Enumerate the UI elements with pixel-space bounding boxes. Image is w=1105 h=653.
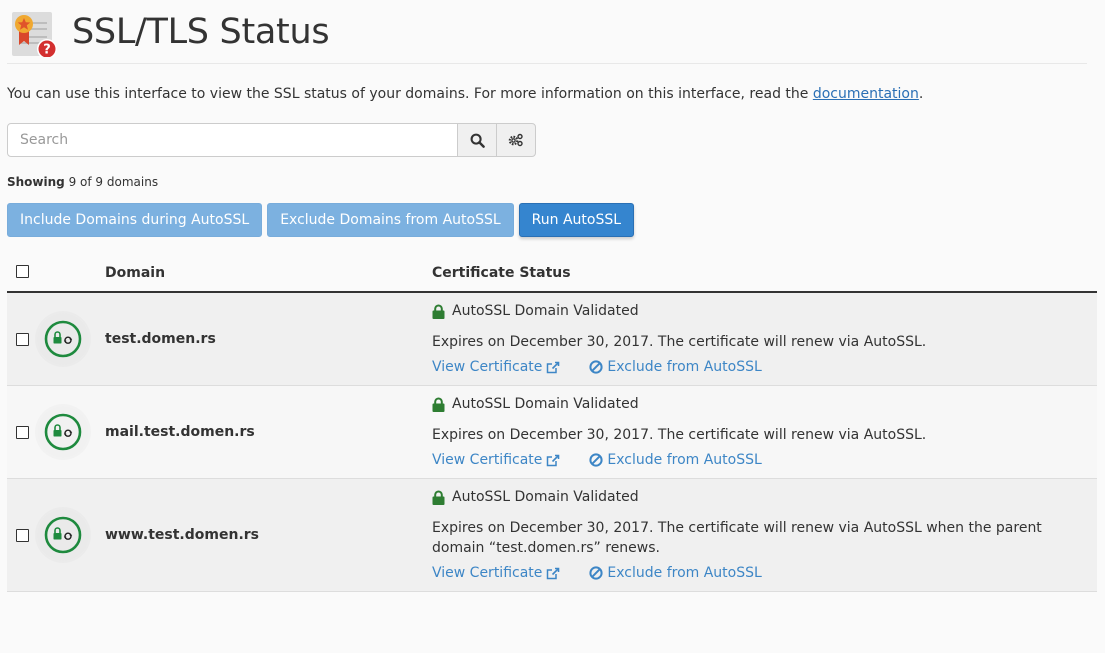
description-suffix: . (918, 86, 924, 102)
lock-renew-icon (44, 413, 82, 451)
row-check-cell (7, 479, 37, 591)
column-header-domain[interactable]: Domain (105, 265, 432, 281)
external-link-icon (547, 454, 560, 466)
row-status-cell: AutoSSL Domain Validated Expires on Dece… (432, 293, 1097, 385)
lock-icon (432, 304, 445, 319)
view-certificate-link[interactable]: View Certificate (432, 565, 560, 581)
row-status-title: AutoSSL Domain Validated (432, 302, 1097, 320)
showing-label: Showing (7, 175, 65, 189)
view-certificate-link[interactable]: View Certificate (432, 452, 560, 468)
lock-renew-icon (44, 320, 82, 358)
row-status-text: AutoSSL Domain Validated (452, 489, 639, 505)
row-icon-cell (37, 293, 105, 385)
lock-icon (432, 490, 445, 505)
select-all-checkbox[interactable] (16, 264, 29, 278)
documentation-link[interactable]: documentation (813, 86, 919, 102)
column-header-status[interactable]: Certificate Status (432, 265, 571, 281)
table-body: test.domen.rs AutoSSL Domain Validated E… (7, 293, 1097, 592)
search-button[interactable] (458, 123, 497, 157)
autossl-status-badge (37, 509, 89, 561)
row-status-cell: AutoSSL Domain Validated Expires on Dece… (432, 386, 1097, 478)
exclude-from-autossl-link[interactable]: Exclude from AutoSSL (589, 452, 762, 468)
row-checkbox[interactable] (16, 425, 29, 439)
exclude-from-autossl-label: Exclude from AutoSSL (607, 565, 762, 581)
table-row: mail.test.domen.rs AutoSSL Domain Valida… (7, 386, 1097, 479)
row-links: View Certificate Exclude from AutoSSL (432, 451, 1097, 469)
gears-icon (508, 133, 523, 147)
row-checkbox[interactable] (16, 332, 29, 346)
row-expires-text: Expires on December 30, 2017. The certif… (432, 520, 1042, 556)
row-status-text: AutoSSL Domain Validated (452, 396, 639, 412)
page-description: You can use this interface to view the S… (7, 84, 1097, 104)
view-certificate-link[interactable]: View Certificate (432, 359, 560, 375)
row-status-title: AutoSSL Domain Validated (432, 488, 1097, 506)
include-domains-button[interactable]: Include Domains during AutoSSL (7, 203, 263, 237)
row-status-text: AutoSSL Domain Validated (452, 303, 639, 319)
lock-icon (432, 397, 445, 412)
external-link-icon (547, 567, 560, 579)
view-certificate-label: View Certificate (432, 565, 543, 581)
domains-table: Domain Certificate Status test.domen.rs (7, 255, 1097, 592)
certificate-question-icon: ? (12, 11, 57, 57)
autossl-status-badge (37, 406, 89, 458)
external-link-icon (547, 361, 560, 373)
row-check-cell (7, 386, 37, 478)
row-status-cell: AutoSSL Domain Validated Expires on Dece… (432, 479, 1097, 591)
row-expires-text: Expires on December 30, 2017. The certif… (432, 334, 927, 350)
row-domain: www.test.domen.rs (105, 527, 259, 543)
table-row: www.test.domen.rs AutoSSL Domain Validat… (7, 479, 1097, 592)
search-input[interactable] (7, 123, 458, 157)
select-all-cell (7, 264, 105, 282)
exclude-domains-button[interactable]: Exclude Domains from AutoSSL (267, 203, 514, 237)
search-icon (470, 133, 485, 148)
exclude-from-autossl-link[interactable]: Exclude from AutoSSL (589, 565, 762, 581)
search-bar (7, 123, 1097, 157)
exclude-from-autossl-label: Exclude from AutoSSL (607, 359, 762, 375)
search-settings-button[interactable] (496, 123, 536, 157)
ban-icon (589, 566, 604, 580)
description-text: You can use this interface to view the S… (7, 86, 813, 102)
run-autossl-button[interactable]: Run AutoSSL (518, 203, 635, 237)
row-checkbox[interactable] (16, 528, 29, 542)
autossl-status-badge (37, 313, 89, 365)
row-links: View Certificate Exclude from AutoSSL (432, 358, 1097, 376)
action-buttons: Include Domains during AutoSSL Exclude D… (7, 203, 1097, 237)
row-icon-cell (37, 386, 105, 478)
view-certificate-label: View Certificate (432, 359, 543, 375)
lock-renew-icon (44, 516, 82, 554)
page-header: ? SSL/TLS Status (7, 0, 1087, 64)
ban-icon (589, 360, 604, 374)
showing-text: 9 of 9 domains (68, 175, 159, 189)
row-icon-cell (37, 479, 105, 591)
view-certificate-label: View Certificate (432, 452, 543, 468)
row-domain: test.domen.rs (105, 331, 216, 347)
row-check-cell (7, 293, 37, 385)
row-domain: mail.test.domen.rs (105, 424, 255, 440)
table-header: Domain Certificate Status (7, 255, 1097, 293)
showing-count: Showing 9 of 9 domains (7, 175, 1097, 189)
row-status-title: AutoSSL Domain Validated (432, 395, 1097, 413)
exclude-from-autossl-label: Exclude from AutoSSL (607, 452, 762, 468)
page: ? SSL/TLS Status You can use this interf… (0, 0, 1105, 592)
ban-icon (589, 453, 604, 467)
svg-text:?: ? (43, 42, 51, 57)
row-expires-text: Expires on December 30, 2017. The certif… (432, 427, 927, 443)
page-title: SSL/TLS Status (72, 11, 330, 52)
exclude-from-autossl-link[interactable]: Exclude from AutoSSL (589, 359, 762, 375)
table-row: test.domen.rs AutoSSL Domain Validated E… (7, 293, 1097, 386)
row-links: View Certificate Exclude from AutoSSL (432, 564, 1097, 582)
